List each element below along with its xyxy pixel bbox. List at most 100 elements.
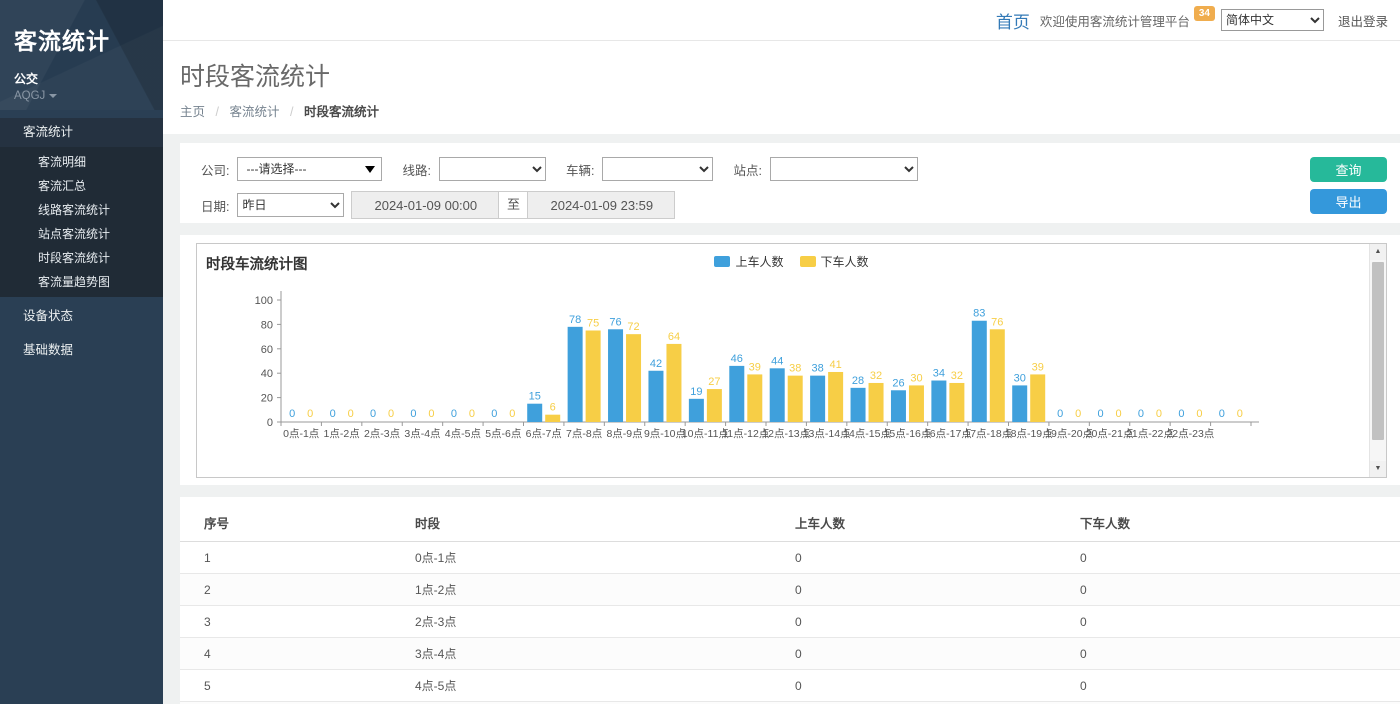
- breadcrumb-passenger-stats[interactable]: 客流统计: [229, 105, 279, 119]
- svg-text:0: 0: [1075, 408, 1081, 420]
- date-end-input[interactable]: [527, 191, 675, 219]
- dropdown-arrow-icon: [365, 166, 375, 173]
- svg-text:44: 44: [771, 355, 783, 367]
- table-header-row: 序号 时段 上车人数 下车人数: [180, 505, 1400, 542]
- table-row: 43点-4点00: [180, 638, 1400, 670]
- scroll-up-icon[interactable]: ▲: [1370, 244, 1386, 260]
- table-row: 21点-2点00: [180, 574, 1400, 606]
- svg-text:0点-1点: 0点-1点: [283, 428, 319, 440]
- svg-text:6: 6: [550, 402, 556, 414]
- date-preset-select[interactable]: 昨日: [237, 193, 344, 217]
- range-separator: 至: [499, 191, 527, 219]
- legend-alighting[interactable]: 下车人数: [800, 253, 869, 270]
- breadcrumb-current: 时段客流统计: [304, 105, 379, 119]
- top-navbar: 首页 欢迎使用客流统计管理平台 34 简体中文 退出登录: [163, 0, 1400, 41]
- svg-text:5点-6点: 5点-6点: [485, 428, 521, 440]
- table-row: 10点-1点00: [180, 542, 1400, 574]
- sidebar-item-timeslot-stats[interactable]: 时段客流统计: [0, 246, 163, 270]
- sidebar-item-station-stats[interactable]: 站点客流统计: [0, 222, 163, 246]
- chart-vertical-scrollbar[interactable]: ▲ ▼: [1369, 244, 1386, 477]
- svg-text:0: 0: [1219, 408, 1225, 420]
- line-label: 线路:: [402, 160, 430, 179]
- breadcrumb: 主页 / 客流统计 / 时段客流统计: [180, 101, 1400, 120]
- svg-text:4点-5点: 4点-5点: [445, 428, 481, 440]
- sidebar: 客流统计 公交 AQGJ 客流统计 客流明细 客流汇总 线路客流统计 站点客流统…: [0, 0, 163, 704]
- header-index: 序号: [180, 505, 415, 542]
- vehicle-select[interactable]: [602, 157, 713, 181]
- svg-text:38: 38: [789, 363, 801, 375]
- svg-text:64: 64: [668, 331, 680, 343]
- svg-text:46: 46: [731, 353, 743, 365]
- line-filter: 线路:: [402, 157, 545, 181]
- line-select[interactable]: [439, 157, 546, 181]
- sidebar-item-flow-detail[interactable]: 客流明细: [0, 150, 163, 174]
- notification-badge[interactable]: 34: [1194, 6, 1215, 21]
- header-alighting: 下车人数: [1080, 505, 1400, 542]
- svg-text:39: 39: [1032, 361, 1044, 373]
- company-filter: 公司: ---请选择---: [201, 157, 382, 181]
- sidebar-item-flow-summary[interactable]: 客流汇总: [0, 174, 163, 198]
- svg-text:0: 0: [1097, 408, 1103, 420]
- sidebar-item-device-status[interactable]: 设备状态: [0, 302, 163, 331]
- svg-text:15: 15: [529, 391, 541, 403]
- svg-text:34: 34: [933, 368, 945, 380]
- chevron-down-icon: [49, 94, 57, 98]
- svg-text:0: 0: [388, 408, 394, 420]
- filter-row-2: 日期: 昨日 至: [201, 191, 1400, 219]
- date-start-input[interactable]: [351, 191, 499, 219]
- home-link[interactable]: 首页: [996, 8, 1030, 33]
- sidebar-item-line-stats[interactable]: 线路客流统计: [0, 198, 163, 222]
- svg-text:0: 0: [267, 417, 273, 429]
- logo-area: 客流统计 公交 AQGJ: [0, 0, 163, 110]
- svg-text:0: 0: [509, 408, 515, 420]
- header-timeslot: 时段: [415, 505, 795, 542]
- bar-chart: 0204060801000点-1点001点-2点002点-3点003点-4点00…: [197, 244, 1347, 449]
- svg-text:22点-23点: 22点-23点: [1166, 428, 1214, 440]
- svg-text:0: 0: [1156, 408, 1162, 420]
- date-filter: 日期: 昨日: [201, 193, 344, 217]
- language-select[interactable]: 简体中文: [1221, 9, 1324, 31]
- logout-link[interactable]: 退出登录: [1338, 11, 1388, 30]
- svg-text:0: 0: [289, 408, 295, 420]
- svg-text:20: 20: [261, 393, 273, 405]
- passenger-flow-table: 序号 时段 上车人数 下车人数 10点-1点0021点-2点0032点-3点00…: [180, 505, 1400, 704]
- breadcrumb-separator: /: [290, 105, 293, 119]
- sidebar-menu: 客流统计 客流明细 客流汇总 线路客流统计 站点客流统计 时段客流统计 客流量趋…: [0, 118, 163, 365]
- svg-text:0: 0: [1178, 408, 1184, 420]
- sidebar-item-base-data[interactable]: 基础数据: [0, 336, 163, 365]
- table-row: 54点-5点00: [180, 670, 1400, 702]
- sidebar-item-trend-chart[interactable]: 客流量趋势图: [0, 270, 163, 294]
- svg-text:0: 0: [410, 408, 416, 420]
- sidebar-item-passenger-stats[interactable]: 客流统计: [0, 118, 163, 147]
- svg-text:7点-8点: 7点-8点: [566, 428, 602, 440]
- svg-text:1点-2点: 1点-2点: [324, 428, 360, 440]
- station-select[interactable]: [770, 157, 918, 181]
- org-code-dropdown[interactable]: AQGJ: [14, 90, 149, 102]
- svg-text:0: 0: [1237, 408, 1243, 420]
- company-select[interactable]: ---请选择---: [237, 157, 382, 181]
- svg-text:6点-7点: 6点-7点: [526, 428, 562, 440]
- svg-text:76: 76: [991, 316, 1003, 328]
- table-card: 序号 时段 上车人数 下车人数 10点-1点0021点-2点0032点-3点00…: [180, 497, 1400, 704]
- filter-row-1: 公司: ---请选择--- 线路: 车辆: 站点:: [201, 157, 1400, 181]
- scrollbar-thumb[interactable]: [1372, 262, 1384, 440]
- header-boarding: 上车人数: [795, 505, 1080, 542]
- export-button[interactable]: 导出: [1310, 189, 1387, 214]
- page-title: 时段客流统计: [180, 57, 1400, 93]
- svg-text:75: 75: [587, 318, 599, 330]
- legend-boarding[interactable]: 上车人数: [714, 253, 783, 270]
- svg-text:0: 0: [1138, 408, 1144, 420]
- svg-text:19: 19: [690, 386, 702, 398]
- svg-text:83: 83: [973, 308, 985, 320]
- svg-text:40: 40: [261, 368, 273, 380]
- svg-text:30: 30: [910, 372, 922, 384]
- scroll-down-icon[interactable]: ▼: [1370, 461, 1386, 477]
- svg-text:32: 32: [870, 370, 882, 382]
- main-area: 首页 欢迎使用客流统计管理平台 34 简体中文 退出登录 时段客流统计 主页 /…: [163, 0, 1400, 704]
- breadcrumb-home[interactable]: 主页: [180, 105, 205, 119]
- svg-text:39: 39: [749, 361, 761, 373]
- svg-text:28: 28: [852, 375, 864, 387]
- svg-text:0: 0: [451, 408, 457, 420]
- query-button[interactable]: 查询: [1310, 157, 1387, 182]
- svg-text:3点-4点: 3点-4点: [404, 428, 440, 440]
